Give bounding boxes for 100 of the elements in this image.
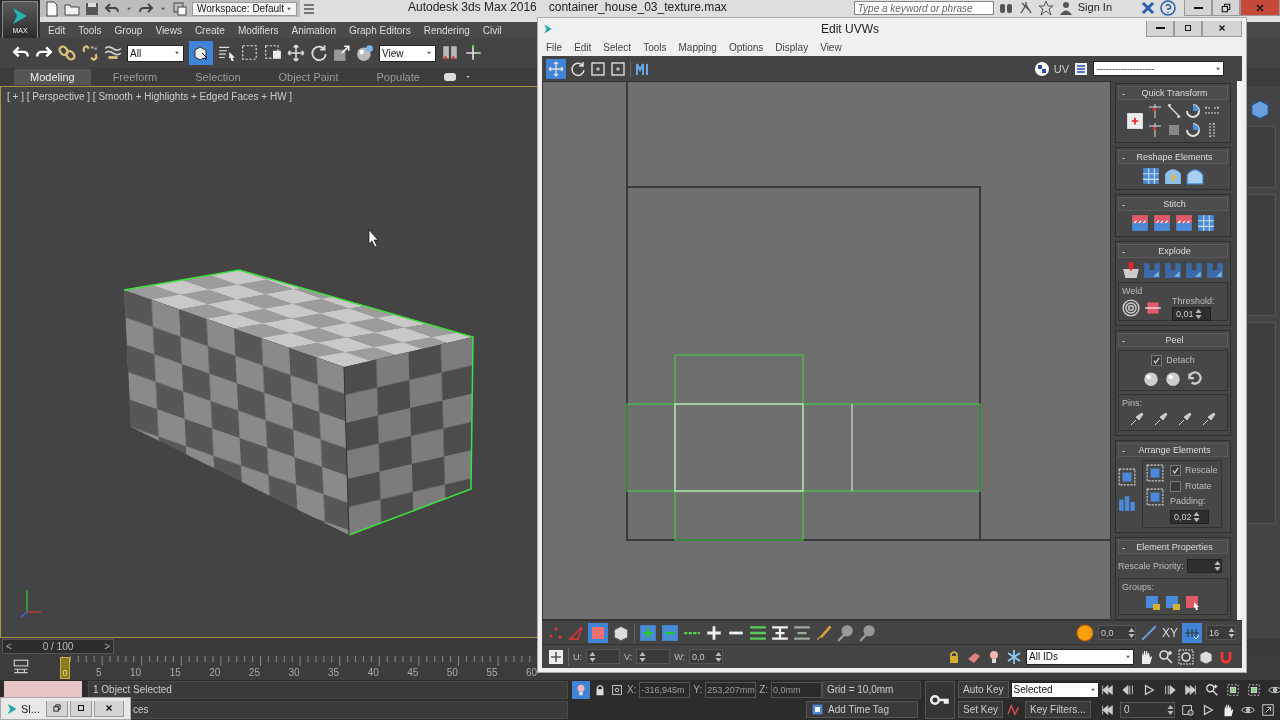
basket-icon[interactable] <box>1122 261 1140 279</box>
time-slider-thumb[interactable]: < 0 / 100 > <box>2 638 114 654</box>
id-filter-dropdown[interactable]: All IDs <box>1026 648 1134 665</box>
menu-item[interactable]: Tools <box>78 24 102 36</box>
stitch-tiles-icon[interactable] <box>1153 214 1171 232</box>
snowflake-icon[interactable] <box>1006 648 1022 665</box>
crosshair-icon[interactable] <box>609 682 624 697</box>
axis-icon[interactable] <box>464 44 482 62</box>
arch-tile-icon[interactable] <box>1186 167 1204 185</box>
move-tool-button[interactable] <box>546 58 566 79</box>
menu-item[interactable]: Options <box>728 42 764 53</box>
locked-tiles-icon[interactable] <box>1145 595 1161 611</box>
reference-coordinate-dropdown[interactable]: View <box>379 44 436 62</box>
sign-in-link[interactable]: Sign In <box>1077 0 1112 15</box>
rollout-header[interactable]: - Stitch <box>1118 197 1228 211</box>
cross-logo-icon[interactable] <box>1140 0 1156 16</box>
tiles-icon[interactable] <box>1197 214 1215 232</box>
ribbon-tab[interactable]: Freeform <box>96 69 174 85</box>
menu-item[interactable]: Create <box>194 24 225 36</box>
menu-item[interactable]: Mapping <box>678 42 717 53</box>
padding-spinner[interactable]: 0,02 <box>1170 510 1209 524</box>
pivot-square-icon[interactable] <box>1126 111 1144 130</box>
search-field[interactable]: Type a keyword or phrase <box>853 1 994 15</box>
rotate-quarter-icon[interactable] <box>1185 103 1201 119</box>
window-stack-icon[interactable] <box>172 0 188 17</box>
zoom-icon[interactable] <box>1158 648 1174 665</box>
close-button[interactable] <box>1202 20 1242 37</box>
bar-tiles-icon[interactable] <box>1118 494 1136 512</box>
menu-item[interactable]: Edit <box>574 42 592 53</box>
pack-tiles-icon[interactable] <box>1118 468 1136 486</box>
checkbox[interactable] <box>1170 464 1181 476</box>
stacked-lines-icon[interactable] <box>749 623 767 642</box>
spinner-arrows-icon[interactable] <box>589 650 596 663</box>
sun-icon[interactable] <box>1076 623 1094 642</box>
pan-cross-icon[interactable] <box>548 648 564 665</box>
rollout-header[interactable]: - Explode <box>1118 244 1228 258</box>
spinner-arrows-icon[interactable] <box>1213 560 1221 572</box>
explode-tiles-icon[interactable] <box>1164 261 1182 279</box>
plus-lines-icon[interactable] <box>771 623 789 642</box>
tiles-icon[interactable] <box>1142 167 1160 185</box>
rotate-quarter-icon[interactable] <box>1185 122 1201 138</box>
selection-filter-dropdown[interactable]: All <box>127 44 184 62</box>
tiles-cursor-icon[interactable] <box>1185 595 1201 611</box>
plus-tile-icon[interactable] <box>639 623 657 642</box>
threshold-spinner[interactable]: 0,01 <box>1172 306 1211 321</box>
spinner-arrows-icon[interactable] <box>1167 703 1174 716</box>
menu-item[interactable]: Modifiers <box>237 24 279 36</box>
pack-tiles-icon[interactable] <box>1146 488 1164 506</box>
explode-tiles-icon[interactable] <box>1143 261 1161 279</box>
add-time-tag-button[interactable]: Add Time Tag <box>806 701 918 718</box>
skip-start-icon[interactable] <box>1100 702 1114 717</box>
spinner-arrows-icon[interactable] <box>1194 307 1202 320</box>
priority-spinner[interactable] <box>1186 559 1222 573</box>
peel-sphere-icon[interactable] <box>1164 369 1182 387</box>
zoom-extents-icon[interactable] <box>1226 682 1240 697</box>
list-icon[interactable] <box>1073 60 1089 77</box>
maximize-button[interactable] <box>69 700 92 717</box>
rollout-header[interactable]: - Reshape Elements <box>1118 150 1228 164</box>
mirror-icon[interactable] <box>441 44 459 62</box>
viewport-label[interactable]: [ + ] [ Perspective ] [ Smooth + Highlights + Edged Faces + HW ] <box>7 91 293 102</box>
brush-icon[interactable] <box>815 623 833 642</box>
minus-lines-icon[interactable] <box>793 623 811 642</box>
zoom-region-icon[interactable] <box>1178 648 1194 665</box>
axis-toggle[interactable]: XY <box>1162 625 1178 640</box>
bulb-button[interactable] <box>572 680 590 699</box>
pin-icon[interactable] <box>1153 411 1169 427</box>
ribbon-tab[interactable]: Selection <box>179 69 257 85</box>
pin-icon[interactable] <box>1129 411 1145 427</box>
skip-start-icon[interactable] <box>1100 682 1114 697</box>
spinner-arrows-icon[interactable] <box>1228 626 1235 639</box>
menu-item[interactable]: Views <box>155 24 182 36</box>
pin-icon[interactable] <box>1177 411 1193 427</box>
star-icon[interactable] <box>1037 0 1054 16</box>
coordinate-spinner[interactable] <box>636 649 671 664</box>
menu-item[interactable]: Civil <box>482 24 502 36</box>
zoom-extents-icon[interactable] <box>1247 682 1261 697</box>
offset-spinner[interactable]: 0,0 <box>1098 625 1136 640</box>
rotate-icon[interactable] <box>310 44 328 62</box>
key-filters-button[interactable]: Key Filters... <box>1025 701 1091 718</box>
set-key-button[interactable] <box>925 680 955 719</box>
auto-key-button[interactable]: Auto Key <box>958 681 1009 698</box>
spinner-arrows-icon[interactable] <box>1128 626 1135 639</box>
menu-item[interactable]: Rendering <box>423 24 470 36</box>
cube-icon[interactable] <box>1198 648 1214 665</box>
plus-icon[interactable] <box>705 623 723 642</box>
maximize-button[interactable] <box>1212 0 1240 16</box>
dashed-rectangle-icon[interactable] <box>241 44 259 62</box>
dashed-square-cube-icon[interactable] <box>264 44 282 62</box>
time-config-icon[interactable] <box>1181 702 1195 717</box>
maximize-viewport-icon[interactable] <box>1261 702 1275 717</box>
diagonal-line-icon[interactable] <box>1166 103 1182 119</box>
texture-dropdown[interactable]: ------------------- <box>1093 61 1224 76</box>
new-file-icon[interactable] <box>44 0 60 17</box>
skip-end-icon[interactable] <box>1184 682 1198 697</box>
explode-tiles-icon[interactable] <box>1206 261 1224 279</box>
scale-icon[interactable] <box>333 44 351 62</box>
grid-snap-button[interactable] <box>1182 622 1202 643</box>
zoom-icon[interactable] <box>1205 682 1219 697</box>
wavy-lines-icon[interactable] <box>104 44 122 62</box>
stitch-tiles-icon[interactable] <box>1131 214 1149 232</box>
